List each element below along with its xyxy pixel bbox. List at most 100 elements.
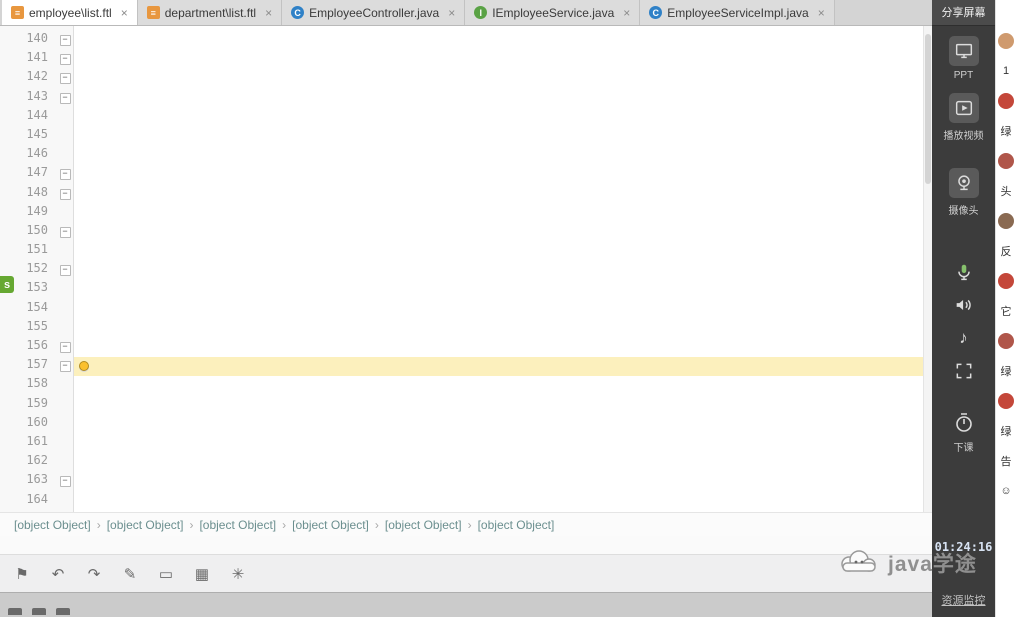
breadcrumb-label[interactable]: [object Object] [385,518,462,532]
roster-item[interactable]: 它 [1001,302,1012,319]
breadcrumb-item[interactable]: [object Object] › [107,518,200,532]
code-line[interactable]: <form class="form-horizontal" action="/d… [74,185,932,204]
end-class-button[interactable]: 下课 [952,411,976,454]
roster-item[interactable] [998,152,1014,169]
close-tab-icon[interactable]: × [623,6,630,20]
code-line-row[interactable]: 157 <a href="/xlstemplates/employee_impo… [0,357,932,377]
code-line-row[interactable]: 148 <form class="form-horizontal" action… [0,185,932,204]
fold-toggle-icon[interactable] [56,89,74,108]
code-line[interactable]: </form> [74,434,932,453]
code-line[interactable]: <div class="form-group" style="..."> [74,338,932,357]
code-line[interactable]: <h4 class="modal-title" id="myModalLabel… [74,127,932,146]
code-line-row[interactable]: 159 </a> [0,396,932,415]
code-line[interactable]: <a href="/xlstemplates/employee_import.x… [74,357,932,377]
code-line-row[interactable]: 160 </div> [0,415,932,434]
breadcrumb-label[interactable]: [object Object] [199,518,276,532]
intention-bulb-icon[interactable] [79,361,89,372]
code-line-row[interactable]: 162 </div> [0,453,932,472]
breadcrumb-item[interactable]: [object Object] › [385,518,478,532]
close-tab-icon[interactable]: × [448,6,455,20]
editor-tab[interactable]: I IEmployeeService.java × [465,0,641,25]
code-line[interactable]: <button type="button" class="btn btn-def… [74,492,932,511]
editor-scrollbar[interactable] [923,26,932,512]
fold-toggle-icon[interactable] [56,280,74,299]
fold-toggle-icon[interactable] [56,415,74,434]
code-line[interactable]: <label for="name" class="col-sm-3 contro… [74,242,932,261]
fold-toggle-icon[interactable] [56,223,74,242]
code-line[interactable]: </div> [74,300,932,319]
roster-item[interactable]: 绿 [1001,362,1012,379]
close-tab-icon[interactable]: × [818,6,825,20]
breadcrumb-label[interactable]: [object Object] [478,518,555,532]
code-line[interactable]: <div class="modal-content"> [74,69,932,88]
code-line[interactable]: <div class="modal fade" id="myModal" tab… [74,31,932,50]
roster-item[interactable]: ☺ [1000,482,1011,499]
grid-icon[interactable]: ▦ [192,565,212,583]
fold-toggle-icon[interactable] [56,319,74,338]
roster-item[interactable] [998,272,1014,289]
breadcrumb-item[interactable]: [object Object] › [199,518,292,532]
flag-icon[interactable]: ⚑ [12,565,32,583]
roster-item[interactable]: 绿 [1001,122,1012,139]
code-line[interactable]: </div> [74,415,932,434]
star-icon[interactable]: ✳ [228,565,248,583]
code-line-row[interactable]: 155 </div> [0,319,932,338]
code-line-row[interactable]: 141 <div class="modal-dialog" role="docu… [0,50,932,69]
code-line[interactable]: <input type="hidden" name="id"> [74,204,932,223]
roster-item[interactable]: 告 [1001,452,1012,469]
fold-toggle-icon[interactable] [56,453,74,472]
code-line[interactable]: </a> [74,396,932,415]
breadcrumb-item[interactable]: [object Object] › [292,518,385,532]
pencil-icon[interactable]: ✎ [120,565,140,583]
code-line-row[interactable]: 142 <div class="modal-content"> [0,69,932,88]
fold-toggle-icon[interactable] [56,50,74,69]
code-line[interactable]: <input type="file" name="file"> [74,280,932,299]
code-line-row[interactable]: 150 <div class="form-group" style="..."> [0,223,932,242]
code-line-row[interactable]: 145 <h4 class="modal-title" id="myModalL… [0,127,932,146]
breadcrumb-label[interactable]: [object Object] [292,518,369,532]
roster-item[interactable]: 绿 [1001,422,1012,439]
fold-toggle-icon[interactable] [56,376,74,395]
roster-item[interactable]: 头 [1001,182,1012,199]
code-line-row[interactable]: 149 <input type="hidden" name="id"> [0,204,932,223]
code-line-row[interactable]: 144 <button type="button" class="close" … [0,108,932,127]
fold-toggle-icon[interactable] [56,492,74,511]
code-line-row[interactable]: 158 <span class="glyphicon glyphicon-dow… [0,376,932,395]
eraser-icon[interactable]: ▭ [156,565,176,583]
roster-item[interactable] [998,332,1014,349]
fullscreen-icon[interactable] [952,359,976,383]
fold-toggle-icon[interactable] [56,396,74,415]
fold-toggle-icon[interactable] [56,261,74,280]
fold-toggle-icon[interactable] [56,165,74,184]
code-line-row[interactable]: 152 <div class="col-sm-6"> [0,261,932,280]
close-tab-icon[interactable]: × [121,6,128,20]
fold-toggle-icon[interactable] [56,472,74,491]
editor-tab[interactable]: ≡ department\list.ftl × [137,0,283,25]
camera-button[interactable]: 摄像头 [948,168,979,217]
code-line-row[interactable]: 143 <div class="modal-header"> [0,89,932,108]
code-line-row[interactable]: 151 <label for="name" class="col-sm-3 co… [0,242,932,261]
fold-toggle-icon[interactable] [56,434,74,453]
speaker-icon[interactable] [952,293,976,317]
music-note-icon[interactable]: ♪ [952,325,976,349]
code-line-row[interactable]: 154 </div> [0,300,932,319]
fold-toggle-icon[interactable] [56,300,74,319]
code-line[interactable]: <span class="glyphicon glyphicon-downloa… [74,376,932,395]
share-screen-button[interactable]: 分享屏幕 [932,0,995,26]
fold-toggle-icon[interactable] [56,146,74,165]
resource-monitor-link[interactable]: 资源监控 [932,592,995,608]
code-line[interactable]: <div class="modal-body"> [74,165,932,184]
breadcrumb-label[interactable]: [object Object] [14,518,91,532]
redo-icon[interactable]: ↷ [84,565,104,583]
roster-item[interactable]: 1 [1003,62,1009,79]
code-line[interactable]: <div class="col-sm-6"> [74,261,932,280]
fold-toggle-icon[interactable] [56,185,74,204]
roster-item[interactable] [998,32,1014,49]
code-line[interactable]: <button type="button" class="close" data… [74,108,932,127]
roster-item[interactable]: 反 [1001,242,1012,259]
close-tab-icon[interactable]: × [265,6,272,20]
code-line[interactable]: </div> [74,319,932,338]
code-line-row[interactable]: 164 <button type="button" class="btn btn… [0,492,932,511]
breadcrumb-item[interactable]: [object Object] › [478,518,555,532]
ppt-button[interactable]: PPT [948,36,979,81]
